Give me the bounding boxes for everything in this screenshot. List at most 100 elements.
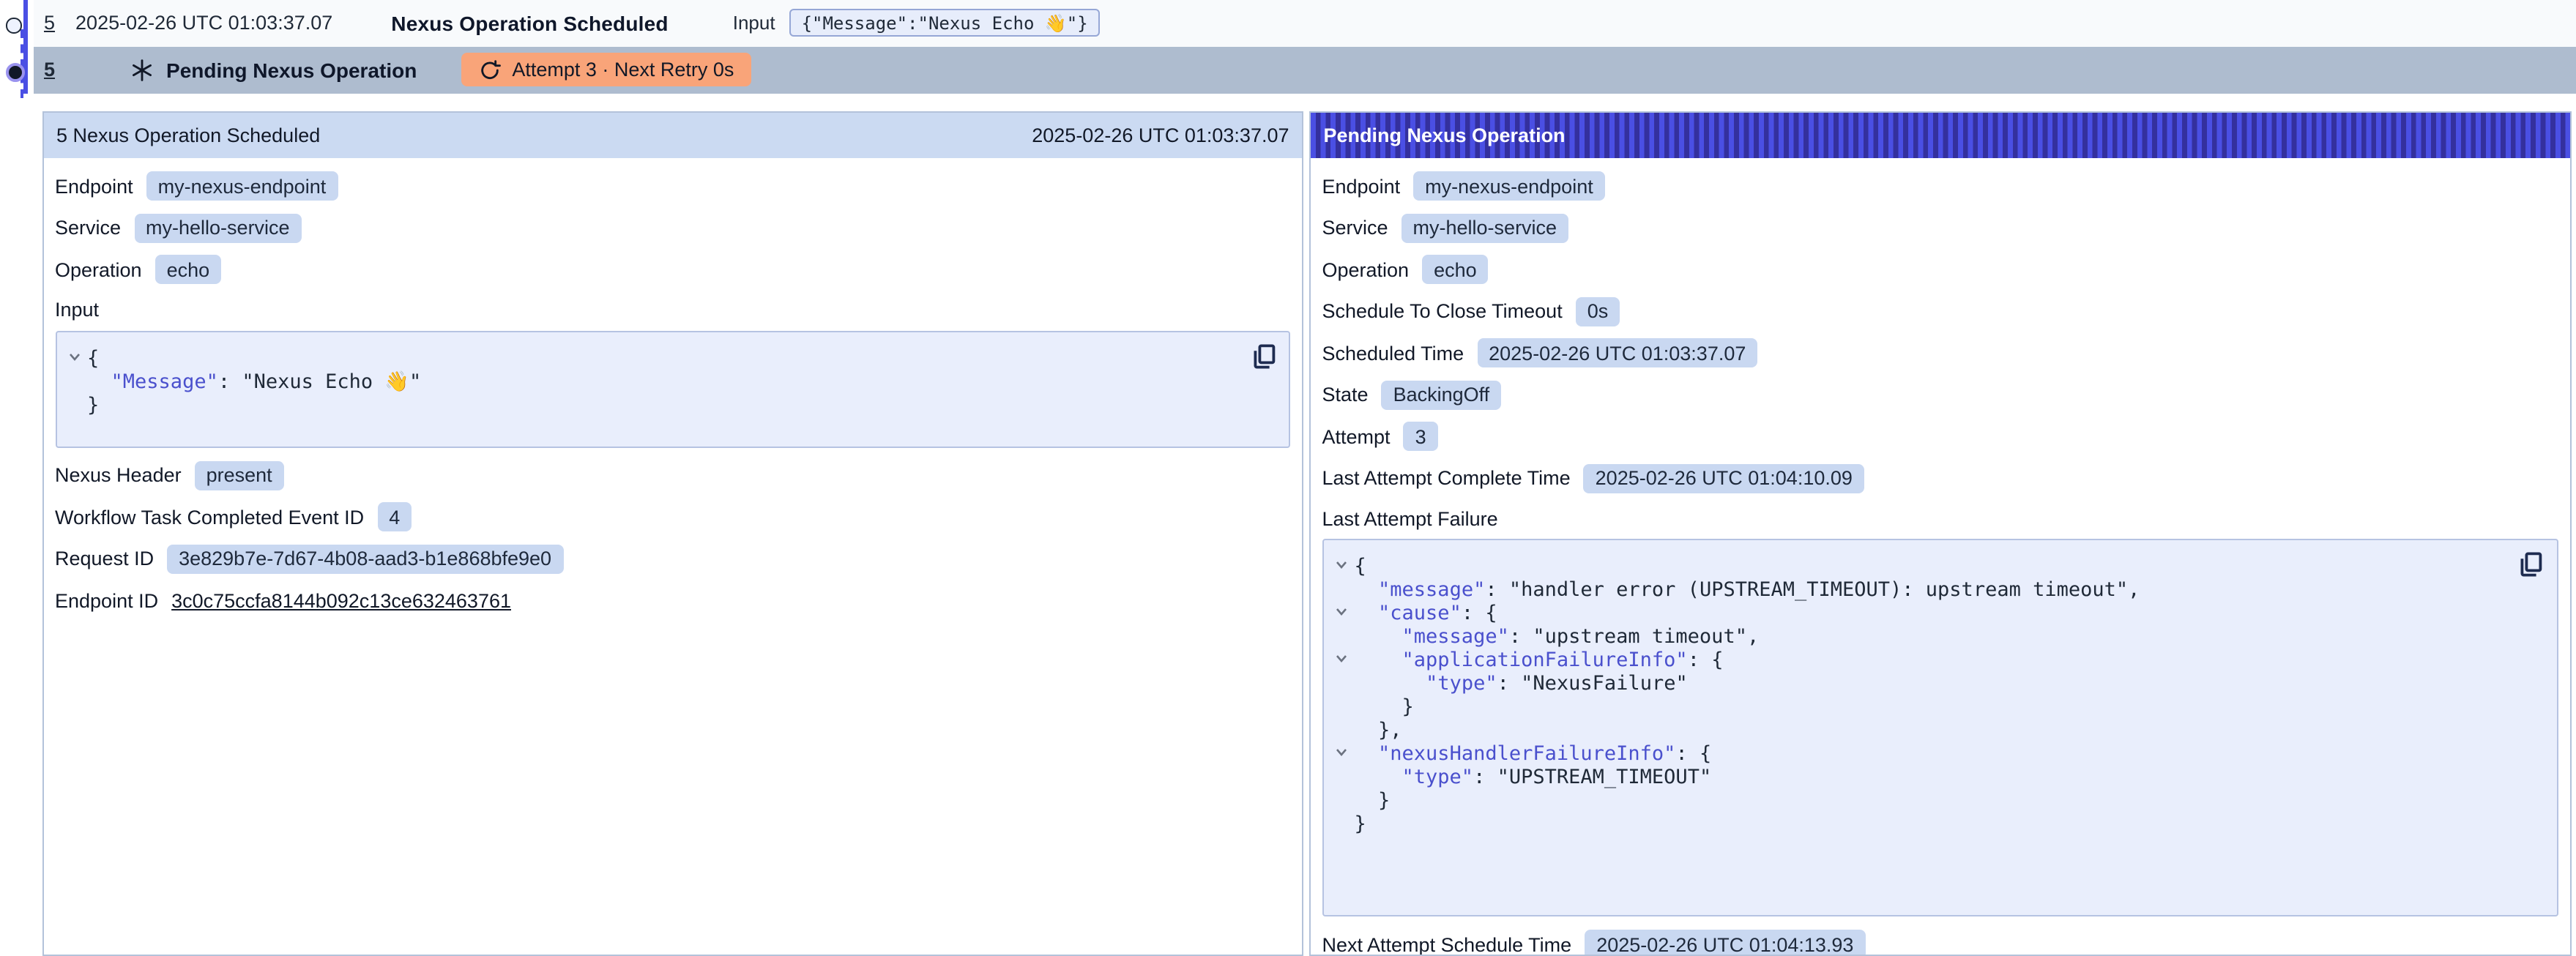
chevron-spacer — [1330, 719, 1355, 742]
collapse-chevron-icon[interactable] — [1330, 742, 1355, 766]
event-timestamp: 2025-02-26 UTC 01:03:37.07 — [75, 12, 332, 34]
chevron-spacer — [1330, 695, 1355, 719]
json-code-text: "nexusHandlerFailureInfo": { — [1355, 742, 1712, 766]
field-value-badge: 0s — [1576, 296, 1620, 326]
field-label: Scheduled Time — [1322, 342, 1464, 364]
field-value-badge: my-hello-service — [134, 213, 302, 242]
scheduled-panel-title: 5 Nexus Operation Scheduled — [56, 124, 320, 146]
field-operation: Operation echo — [55, 253, 1291, 285]
field-value-badge: 3e829b7e-7d67-4b08-aad3-b1e868bfe9e0 — [167, 544, 563, 573]
field-state: State BackingOff — [1322, 378, 2558, 411]
field-schedule-to-close-timeout: Schedule To Close Timeout 0s — [1322, 295, 2558, 327]
json-code-line: "Message": "Nexus Echo 👋" — [62, 370, 1240, 393]
field-next-attempt-schedule-time: Next Attempt Schedule Time 2025-02-26 UT… — [1322, 928, 2558, 956]
field-label: Workflow Task Completed Event ID — [55, 506, 364, 528]
field-label: State — [1322, 384, 1369, 406]
json-code-line: "applicationFailureInfo": { — [1330, 649, 2507, 672]
field-last-attempt-failure-label: Last Attempt Failure — [1322, 504, 2558, 533]
json-code-line: "nexusHandlerFailureInfo": { — [1330, 742, 2507, 766]
json-code-text: } — [1355, 813, 1366, 836]
field-value-badge: BackingOff — [1382, 380, 1502, 409]
event-id-link[interactable]: 5 — [44, 12, 55, 34]
pending-event-id-link[interactable]: 5 — [44, 59, 55, 81]
field-value-badge: echo — [155, 255, 222, 284]
json-code-line: { — [1330, 555, 2507, 578]
timeline-node-current-icon — [5, 62, 24, 81]
field-value-badge: echo — [1422, 255, 1489, 284]
json-code-line: "type": "UPSTREAM_TIMEOUT" — [1330, 766, 2507, 789]
json-code-text: } — [1355, 789, 1391, 813]
timeline-node-open-icon — [6, 18, 21, 33]
retry-badge-text: Attempt 3 · Next Retry 0s — [512, 59, 734, 81]
field-value-badge: 2025-02-26 UTC 01:03:37.07 — [1477, 338, 1757, 367]
input-json-block: { "Message": "Nexus Echo 👋"} — [55, 330, 1291, 447]
json-code-line: } — [1330, 789, 2507, 813]
field-operation: Operation echo — [1322, 253, 2558, 285]
field-label: Service — [1322, 217, 1388, 239]
json-code-text: } — [87, 393, 99, 417]
json-code-line: "message": "upstream timeout", — [1330, 625, 2507, 649]
pending-title: Pending Nexus Operation — [166, 58, 417, 81]
field-label: Endpoint — [55, 175, 133, 197]
collapse-chevron-icon[interactable] — [1330, 555, 1355, 578]
chevron-spacer — [1330, 766, 1355, 789]
json-code-text: "type": "NexusFailure" — [1355, 672, 1688, 695]
field-value-badge: present — [195, 460, 284, 490]
json-code-line: } — [1330, 695, 2507, 719]
json-code-text: "message": "upstream timeout", — [1355, 625, 1760, 649]
field-service: Service my-hello-service — [1322, 212, 2558, 244]
field-label: Operation — [55, 258, 142, 280]
field-label: Endpoint ID — [55, 589, 158, 611]
json-code-text: "type": "UPSTREAM_TIMEOUT" — [1355, 766, 1712, 789]
field-label: Schedule To Close Timeout — [1322, 300, 1563, 322]
chevron-spacer — [1330, 813, 1355, 836]
json-code-line: "message": "handler error (UPSTREAM_TIME… — [1330, 578, 2507, 602]
retry-icon — [478, 59, 500, 81]
event-row-scheduled[interactable]: 5 2025-02-26 UTC 01:03:37.07 Nexus Opera… — [34, 0, 2576, 47]
collapse-chevron-icon[interactable] — [1330, 602, 1355, 625]
json-code-line: { — [62, 346, 1240, 370]
scheduled-event-panel: 5 Nexus Operation Scheduled 2025-02-26 U… — [42, 111, 1304, 956]
field-endpoint-id: Endpoint ID 3c0c75ccfa8144b092c13ce63246… — [55, 584, 1291, 616]
json-code-line: } — [1330, 813, 2507, 836]
copy-icon[interactable] — [2520, 552, 2543, 578]
chevron-spacer — [1330, 625, 1355, 649]
field-value-badge: 2025-02-26 UTC 01:04:10.09 — [1584, 463, 1864, 493]
collapse-chevron-icon[interactable] — [62, 346, 87, 370]
retry-attempt-badge: Attempt 3 · Next Retry 0s — [461, 53, 751, 86]
field-label: Service — [55, 217, 121, 239]
field-request-id: Request ID 3e829b7e-7d67-4b08-aad3-b1e86… — [55, 542, 1291, 575]
field-label: Last Attempt Failure — [1322, 507, 1498, 529]
chevron-spacer — [1330, 578, 1355, 602]
field-label: Operation — [1322, 258, 1410, 280]
pending-asterisk-icon — [130, 58, 153, 81]
endpoint-id-link[interactable]: 3c0c75ccfa8144b092c13ce632463761 — [171, 589, 511, 611]
field-endpoint: Endpoint my-nexus-endpoint — [1322, 170, 2558, 202]
field-label: Input — [55, 299, 99, 321]
field-label: Attempt — [1322, 425, 1391, 447]
json-code-line: } — [62, 393, 1240, 417]
field-last-attempt-complete-time: Last Attempt Complete Time 2025-02-26 UT… — [1322, 462, 2558, 494]
pending-panel-title: Pending Nexus Operation — [1324, 124, 1566, 146]
json-code-text: { — [87, 346, 99, 370]
json-code-text: } — [1355, 695, 1414, 719]
field-scheduled-time: Scheduled Time 2025-02-26 UTC 01:03:37.0… — [1322, 337, 2558, 369]
field-label: Request ID — [55, 548, 154, 570]
copy-icon[interactable] — [1253, 343, 1276, 370]
collapse-chevron-icon[interactable] — [1330, 649, 1355, 672]
pending-panel-header: Pending Nexus Operation — [1311, 113, 2570, 158]
field-label: Nexus Header — [55, 464, 182, 486]
field-label: Last Attempt Complete Time — [1322, 467, 1571, 489]
last-attempt-failure-json-block: { "message": "handler error (UPSTREAM_TI… — [1322, 539, 2558, 916]
event-detail-panels: 5 Nexus Operation Scheduled 2025-02-26 U… — [42, 111, 2571, 956]
chevron-spacer — [1330, 672, 1355, 695]
event-title: Nexus Operation Scheduled — [391, 12, 668, 35]
event-row-pending[interactable]: 5 Pending Nexus Operation Attempt 3 · Ne… — [34, 47, 2576, 94]
field-nexus-header: Nexus Header present — [55, 459, 1291, 491]
field-value-badge: 4 — [377, 502, 412, 531]
field-value-badge: 3 — [1404, 422, 1438, 451]
event-history-view: 5 2025-02-26 UTC 01:03:37.07 Nexus Opera… — [0, 0, 2576, 956]
field-service: Service my-hello-service — [55, 212, 1291, 244]
field-value-badge: my-hello-service — [1401, 213, 1569, 242]
json-code-line: }, — [1330, 719, 2507, 742]
